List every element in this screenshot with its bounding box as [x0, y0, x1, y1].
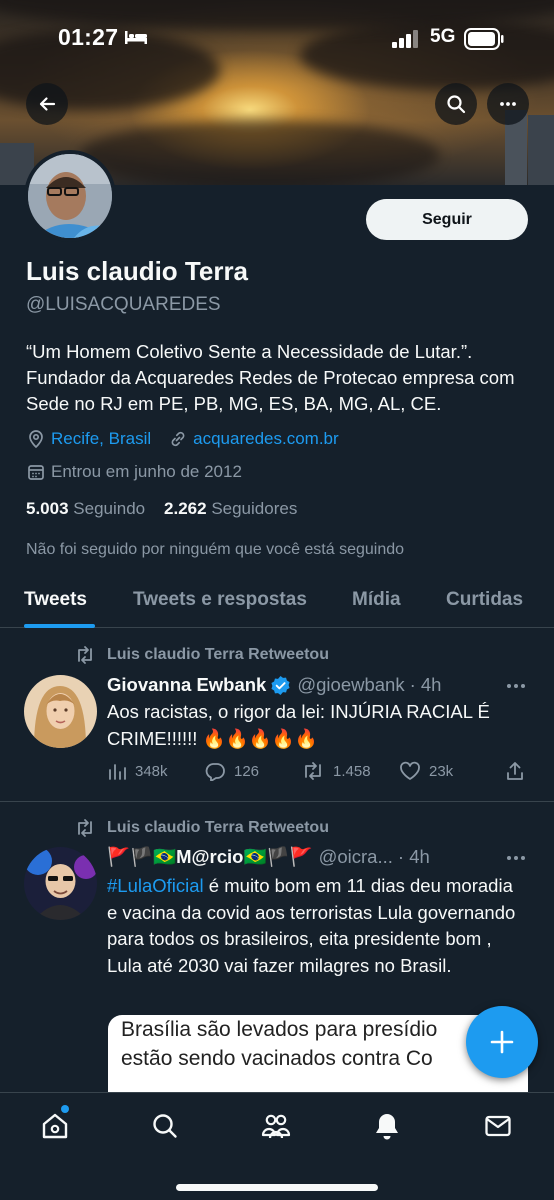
search-icon [447, 95, 466, 114]
not-followed-note: Não foi seguido por ninguém que você est… [26, 541, 405, 558]
calendar-icon [28, 465, 44, 480]
retweet-icon [78, 819, 92, 837]
tweet-header: Giovanna Ewbank @gioewbank · 4h [107, 674, 441, 696]
nav-home[interactable] [38, 1109, 72, 1143]
retweet-label: Luis claudio Terra Retweetou [107, 646, 329, 663]
followers-link[interactable]: 2.262 Seguidores [164, 499, 297, 518]
home-icon [42, 1113, 68, 1139]
profile-avatar[interactable] [24, 150, 116, 242]
tab-tweets-replies[interactable]: Tweets e respostas [133, 589, 307, 611]
tab-tweets[interactable]: Tweets [24, 589, 87, 611]
tweet[interactable]: Luis claudio Terra Retweetou Giovanna Ew… [0, 628, 554, 801]
reply-button[interactable]: 126 [204, 761, 259, 781]
retweet-context: Luis claudio Terra Retweetou [74, 818, 329, 838]
views-count: 348k [135, 762, 168, 780]
tweet-age: · 4h [397, 846, 430, 867]
card-text-line: estão sendo vacinados contra Co [121, 1047, 433, 1070]
bell-icon [376, 1114, 398, 1140]
like-button[interactable]: 23k [399, 761, 453, 781]
retweet-button[interactable]: 1.458 [301, 761, 371, 781]
like-icon [400, 761, 420, 780]
compose-icon [490, 1030, 514, 1054]
tweet-author-handle[interactable]: @oicra... [319, 846, 393, 868]
home-indicator [176, 1184, 378, 1191]
profile-location-row: Recife, Brasil acquaredes.com.br [26, 429, 339, 449]
like-count: 23k [429, 762, 454, 780]
profile-joined-date: Entrou em junho de 2012 [51, 462, 242, 481]
views-button[interactable]: 348k [107, 761, 168, 781]
sleep-focus-icon [125, 31, 147, 44]
tweet-actions: 348k 126 1.458 23k [107, 761, 527, 785]
reply-icon [205, 763, 225, 781]
share-icon [507, 762, 523, 780]
follow-button[interactable]: Seguir [366, 199, 528, 240]
search-icon [153, 1114, 177, 1138]
back-button[interactable] [26, 83, 68, 125]
profile-location: Recife, Brasil [51, 429, 152, 448]
search-button[interactable] [435, 83, 477, 125]
verified-icon [271, 675, 290, 695]
compose-tweet-button[interactable] [466, 1006, 538, 1078]
retweet-count: 1.458 [333, 762, 371, 780]
network-type: 5G [430, 26, 456, 47]
profile-joined-row: Entrou em junho de 2012 [26, 462, 242, 482]
bottom-navigation [0, 1092, 554, 1200]
following-label: Seguindo [73, 499, 146, 518]
following-link[interactable]: 5.003 Seguindo [26, 499, 145, 518]
profile-handle: @LUISACQUAREDES [26, 294, 221, 315]
more-icon[interactable] [506, 683, 526, 689]
tweet-text: Aos racistas, o rigor da lei: INJÚRIA RA… [107, 701, 490, 749]
signal-icon [392, 30, 418, 48]
link-icon [171, 431, 185, 447]
nav-communities[interactable] [259, 1109, 293, 1143]
tab-likes[interactable]: Curtidas [446, 589, 523, 611]
home-notification-dot [61, 1105, 69, 1113]
profile-name: Luis claudio Terra [26, 256, 249, 286]
profile-website-link[interactable]: acquaredes.com.br [193, 429, 339, 449]
profile-tabs: Tweets Tweets e respostas Mídia Curtidas [0, 577, 554, 628]
retweet-icon [78, 646, 92, 664]
more-icon[interactable] [506, 855, 526, 861]
tweet-author-name[interactable]: 🚩🏴🇧🇷M@rcio🇧🇷🏴🚩 [107, 846, 313, 868]
retweet-icon [305, 762, 321, 780]
avatar-photo [28, 154, 112, 238]
tweet-header: 🚩🏴🇧🇷M@rcio🇧🇷🏴🚩 @oicra... · 4h [107, 846, 430, 868]
profile-bio: “Um Homem Coletivo Sente a Necessidade d… [26, 341, 515, 414]
followers-label: Seguidores [211, 499, 298, 518]
views-icon [109, 764, 126, 780]
tweet-age: · 4h [409, 674, 442, 695]
nav-notifications[interactable] [370, 1109, 404, 1143]
retweet-label: Luis claudio Terra Retweetou [107, 819, 329, 836]
battery-icon [464, 28, 504, 50]
card-text-line: Brasília são levados para presídio [121, 1018, 438, 1041]
nav-messages[interactable] [481, 1109, 515, 1143]
tab-media[interactable]: Mídia [352, 589, 401, 611]
more-icon [500, 102, 516, 106]
back-arrow-icon [39, 97, 56, 111]
following-count: 5.003 [26, 499, 69, 518]
tweet-hashtag-link[interactable]: #LulaOficial [107, 875, 204, 896]
tweet-author-name[interactable]: Giovanna Ewbank [107, 674, 266, 696]
nav-search[interactable] [148, 1109, 182, 1143]
location-icon [29, 430, 43, 449]
tweet-author-avatar[interactable] [24, 675, 97, 748]
follow-counts: 5.003 Seguindo 2.262 Seguidores [26, 499, 297, 519]
status-bar: 01:27 5G [0, 18, 554, 58]
mail-icon [485, 1115, 511, 1137]
tweet-author-avatar[interactable] [24, 847, 97, 920]
communities-icon [261, 1114, 291, 1139]
status-time: 01:27 [58, 24, 119, 50]
tweet-text: #LulaOficial é muito bom em 11 dias deu … [107, 873, 527, 979]
more-options-button[interactable] [487, 83, 529, 125]
tweet-author-handle[interactable]: @gioewbank [297, 674, 404, 696]
reply-count: 126 [234, 762, 260, 780]
followers-count: 2.262 [164, 499, 207, 518]
share-button[interactable] [505, 761, 533, 781]
retweet-context: Luis claudio Terra Retweetou [74, 645, 329, 665]
